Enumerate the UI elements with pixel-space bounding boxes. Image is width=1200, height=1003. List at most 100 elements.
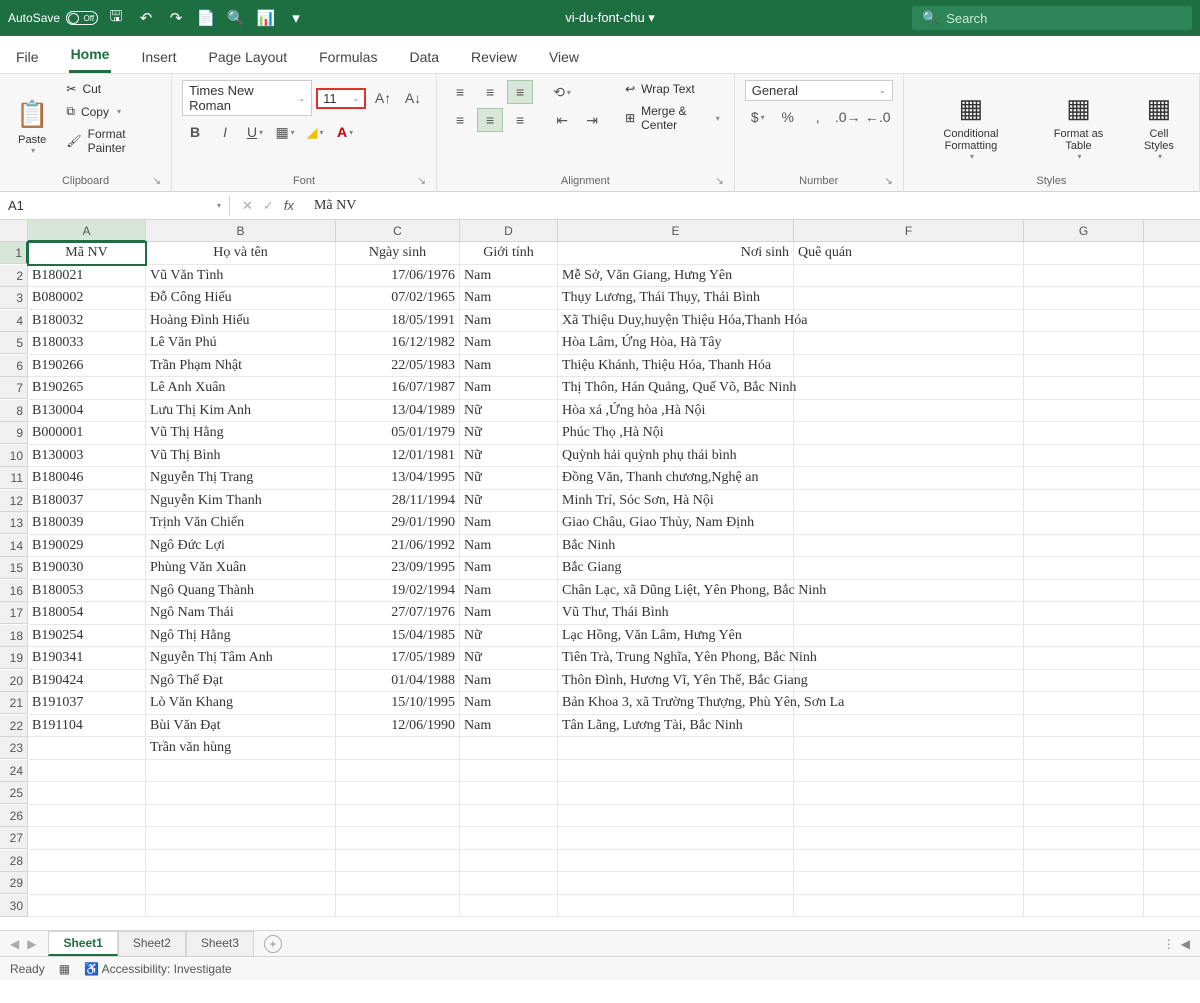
sheet-tab-sheet1[interactable]: Sheet1 [48,931,117,956]
bold-button[interactable]: B [182,120,208,144]
cell[interactable] [1144,647,1200,670]
cell[interactable]: Nữ [460,647,558,670]
cell[interactable] [1024,872,1144,895]
cell[interactable]: Lò Văn Khang [146,692,336,715]
cell[interactable]: Nam [460,715,558,738]
enter-icon[interactable]: ✓ [263,198,274,214]
hscroll-left-icon[interactable]: ◀ [1181,937,1190,951]
col-header-F[interactable]: F [794,220,1024,242]
number-format-combo[interactable]: General⌄ [745,80,893,101]
qat-icon[interactable]: 📊 [254,6,278,30]
align-right-icon[interactable]: ≡ [507,108,533,132]
cell[interactable]: 16/12/1982 [336,332,460,355]
cell[interactable] [1144,805,1200,828]
cell[interactable]: B180053 [28,580,146,603]
cell[interactable] [558,895,794,918]
cell[interactable]: Hòa xá ,Ứng hòa ,Hà Nội [558,400,794,423]
decrease-decimal-icon[interactable]: ←.0 [865,105,891,129]
cell[interactable]: Nam [460,287,558,310]
cell[interactable]: Trần Phạm Nhật [146,355,336,378]
cell[interactable] [146,782,336,805]
cell[interactable]: Lê Văn Phú [146,332,336,355]
filename[interactable]: vi-du-font-chu ▾ [308,10,912,26]
cell[interactable] [1144,242,1200,265]
row-header-22[interactable]: 22 [0,715,28,737]
cell[interactable]: Hoàng Đình Hiếu [146,310,336,333]
cell[interactable]: B191037 [28,692,146,715]
accounting-icon[interactable]: $▾ [745,105,771,129]
cell[interactable] [146,827,336,850]
cell[interactable] [794,715,1024,738]
cell[interactable] [146,872,336,895]
cell[interactable] [794,467,1024,490]
wrap-text-button[interactable]: ↩Wrap Text [621,80,724,98]
cell[interactable]: Nam [460,310,558,333]
row-header-3[interactable]: 3 [0,287,28,309]
cell[interactable] [460,737,558,760]
cell[interactable]: 17/06/1976 [336,265,460,288]
cell[interactable] [146,895,336,918]
font-color-button[interactable]: A▾ [332,120,358,144]
cell[interactable] [794,805,1024,828]
cell[interactable] [1144,445,1200,468]
cell[interactable]: Xã Thiệu Duy,huyện Thiệu Hóa,Thanh Hóa [558,310,794,333]
cell[interactable]: B190266 [28,355,146,378]
cell[interactable]: B190030 [28,557,146,580]
cell[interactable] [1144,287,1200,310]
cell[interactable]: Quỳnh hải quỳnh phụ thái bình [558,445,794,468]
row-header-21[interactable]: 21 [0,692,28,714]
cell[interactable]: B180021 [28,265,146,288]
cell-B1[interactable]: Họ và tên [146,242,336,265]
cell[interactable] [1144,715,1200,738]
cell[interactable]: B180046 [28,467,146,490]
cell[interactable]: Nam [460,355,558,378]
tab-insert[interactable]: Insert [139,41,178,73]
cell[interactable] [794,850,1024,873]
cell[interactable] [558,760,794,783]
cell[interactable] [1144,692,1200,715]
cell[interactable] [28,805,146,828]
cell[interactable]: Nữ [460,625,558,648]
font-size-combo[interactable]: 11⌄ [316,88,366,109]
cell[interactable] [1144,872,1200,895]
cell[interactable] [794,827,1024,850]
cell[interactable]: 15/10/1995 [336,692,460,715]
name-box[interactable]: A1▾ [0,195,230,216]
cell[interactable] [146,760,336,783]
cell[interactable] [1024,400,1144,423]
tab-home[interactable]: Home [69,38,112,73]
cell[interactable] [1024,557,1144,580]
row-header-14[interactable]: 14 [0,535,28,557]
row-header-25[interactable]: 25 [0,782,28,804]
tab-view[interactable]: View [547,41,581,73]
cell[interactable]: B190265 [28,377,146,400]
cell[interactable]: B190341 [28,647,146,670]
increase-font-icon[interactable]: A↑ [370,86,396,110]
cell[interactable] [28,737,146,760]
cell[interactable]: Lạc Hồng, Văn Lâm, Hưng Yên [558,625,794,648]
cell[interactable] [460,872,558,895]
cell[interactable] [146,805,336,828]
cell[interactable]: Lê Anh Xuân [146,377,336,400]
cell[interactable]: B190254 [28,625,146,648]
cell[interactable]: Nam [460,512,558,535]
cell[interactable]: Phúc Thọ ,Hà Nội [558,422,794,445]
macro-icon[interactable]: ▦ [59,962,70,976]
redo-icon[interactable]: ↷ [164,6,188,30]
sheet-tab-sheet2[interactable]: Sheet2 [118,931,186,956]
cell[interactable]: B130004 [28,400,146,423]
cell[interactable]: Ngô Quang Thành [146,580,336,603]
row-header-28[interactable]: 28 [0,850,28,872]
cell[interactable] [336,782,460,805]
cell[interactable]: Ngô Thế Đạt [146,670,336,693]
cell[interactable] [28,850,146,873]
cut-button[interactable]: ✂Cut [62,80,161,98]
cell[interactable] [28,895,146,918]
cell[interactable]: 18/05/1991 [336,310,460,333]
cell[interactable] [558,782,794,805]
cell[interactable] [794,872,1024,895]
cell[interactable] [558,850,794,873]
cell[interactable] [460,850,558,873]
cell[interactable]: Bùi Văn Đạt [146,715,336,738]
align-middle-icon[interactable]: ≡ [477,80,503,104]
